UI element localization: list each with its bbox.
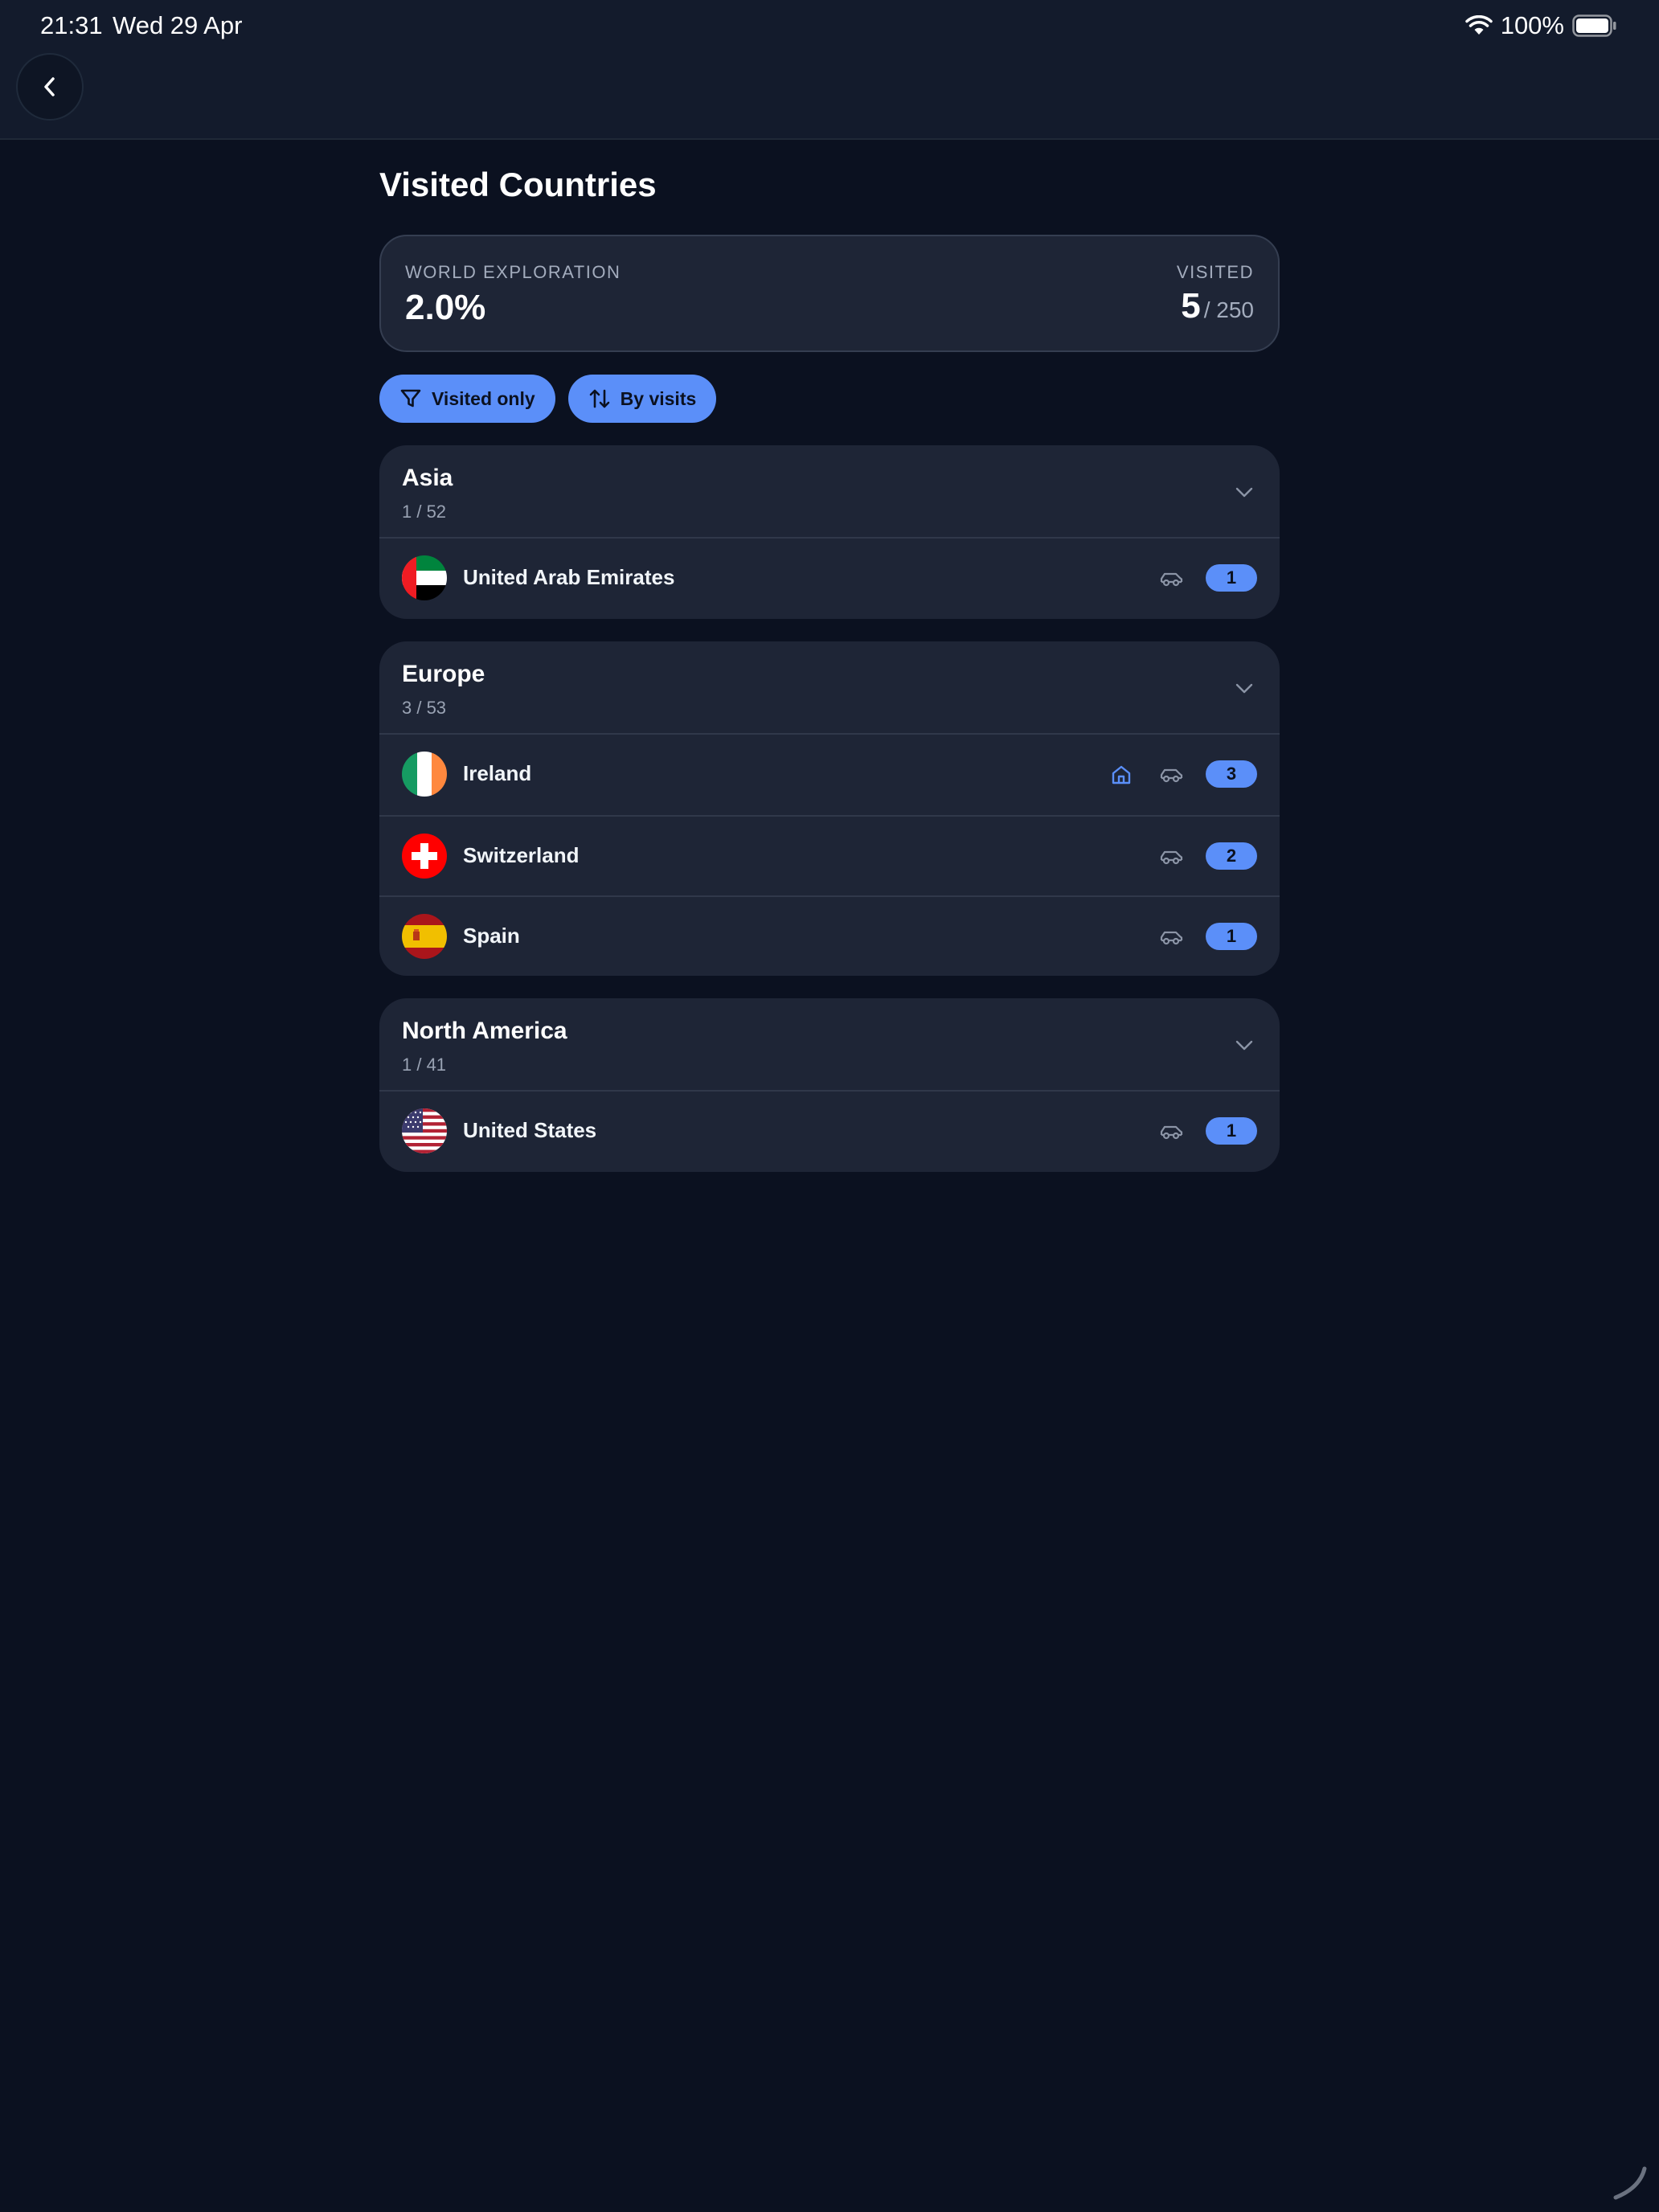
region-name: North America [402, 1018, 567, 1044]
chevron-left-icon [44, 77, 55, 96]
car-icon [1160, 931, 1183, 945]
visit-count-badge: 1 [1206, 1117, 1257, 1145]
region-name: Europe [402, 661, 485, 687]
car-icon [1160, 850, 1183, 865]
region-count: 1 / 41 [402, 1055, 447, 1075]
page-title: Visited Countries [379, 166, 657, 203]
car-icon [1160, 768, 1183, 783]
status-indicators: 100% [1464, 11, 1617, 40]
status-time: 21:31 [40, 11, 103, 39]
status-bar: 21:31 Wed 29 Apr 100% [0, 0, 1659, 53]
visited-summary: VISITED 5/ 250 [1177, 262, 1254, 326]
country-row[interactable]: Switzerland 2 [379, 815, 1280, 895]
visited-only-filter-button[interactable]: Visited only [379, 375, 555, 423]
region-header[interactable]: North America 1 / 41 [379, 998, 1280, 1092]
visit-count-badge: 2 [1206, 842, 1257, 870]
home-icon [1112, 765, 1131, 784]
sort-arrows-icon [589, 389, 609, 408]
country-name: Switzerland [463, 843, 580, 867]
filter-icon [400, 389, 421, 408]
filter-bar: Visited only By visits [379, 375, 1280, 423]
country-row[interactable]: Spain 1 [379, 895, 1280, 976]
visit-count-badge: 3 [1206, 760, 1257, 788]
ireland-flag-icon [402, 752, 447, 797]
country-name: United States [463, 1118, 597, 1142]
chevron-down-icon [1235, 487, 1253, 498]
region-count: 1 / 52 [402, 502, 447, 522]
scroll-indicator-icon [1613, 2166, 1647, 2200]
car-icon [1160, 1125, 1183, 1140]
region-asia: Asia 1 / 52 United Arab Emirates 1 [379, 445, 1280, 619]
main-content: Visited Countries WORLD EXPLORATION 2.0%… [379, 138, 1280, 1172]
nav-bar [0, 53, 1659, 140]
back-button[interactable] [16, 53, 84, 121]
region-header[interactable]: Asia 1 / 52 [379, 445, 1280, 539]
country-name: United Arab Emirates [463, 565, 675, 589]
switzerland-flag-icon [402, 834, 447, 879]
visit-count-badge: 1 [1206, 923, 1257, 950]
visited-only-label: Visited only [432, 387, 535, 409]
spain-flag-icon [402, 914, 447, 959]
chevron-down-icon [1235, 683, 1253, 694]
visited-count: 5 [1181, 286, 1201, 326]
country-name: Spain [463, 924, 520, 948]
uae-flag-icon [402, 555, 447, 600]
country-row[interactable]: Ireland 3 [379, 735, 1280, 815]
exploration-label: WORLD EXPLORATION [405, 262, 621, 282]
battery-icon [1572, 14, 1616, 37]
region-north-america: North America 1 / 41 United States 1 [379, 998, 1280, 1172]
region-europe: Europe 3 / 53 Ireland 3 Switzerland 2 Sp… [379, 641, 1280, 976]
sort-by-visits-button[interactable]: By visits [567, 375, 717, 423]
car-icon [1160, 572, 1183, 587]
visited-line: 5/ 250 [1177, 286, 1254, 326]
visited-label: VISITED [1176, 262, 1254, 282]
summary-card: WORLD EXPLORATION 2.0% VISITED 5/ 250 [379, 235, 1280, 352]
exploration-summary: WORLD EXPLORATION 2.0% [405, 262, 621, 328]
battery-percent: 100% [1500, 11, 1564, 39]
region-count: 3 / 53 [402, 698, 447, 718]
status-date: Wed 29 Apr [113, 11, 243, 39]
region-header[interactable]: Europe 3 / 53 [379, 641, 1280, 735]
chevron-down-icon [1235, 1040, 1253, 1051]
country-row[interactable]: United Arab Emirates 1 [379, 539, 1280, 619]
region-name: Asia [402, 465, 453, 491]
visited-total: / 250 [1203, 297, 1254, 322]
wifi-icon [1464, 15, 1493, 35]
visit-count-badge: 1 [1206, 564, 1257, 592]
country-name: Ireland [463, 761, 532, 785]
sort-label: By visits [620, 387, 697, 409]
usa-flag-icon [402, 1108, 447, 1153]
country-row[interactable]: United States 1 [379, 1092, 1280, 1172]
exploration-value: 2.0% [405, 288, 486, 327]
